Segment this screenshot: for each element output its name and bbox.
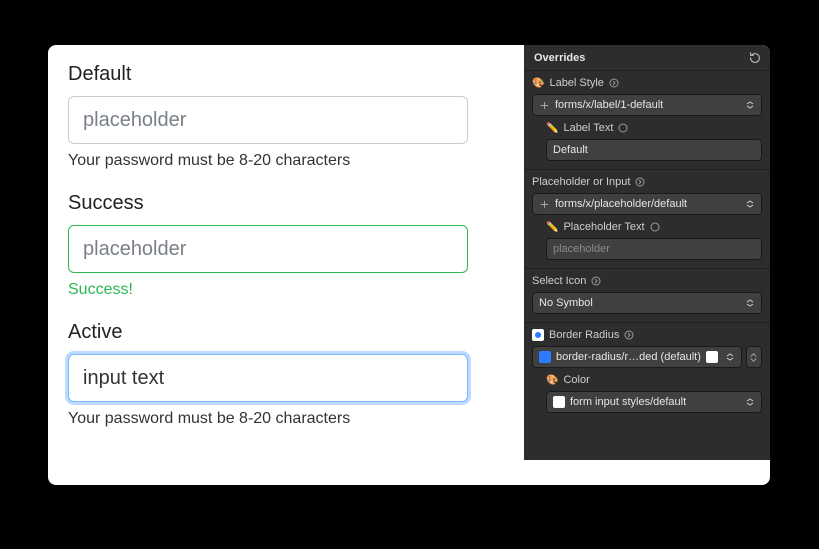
placeholder-text-value: placeholder [553,243,610,255]
section-border-radius: Border Radius border-radius/r…ded (defau… [524,323,770,421]
select-icon-value: No Symbol [539,297,738,309]
placeholder-text-title-row: ✏️ Placeholder Text [546,221,762,233]
field-label-default: Default [68,63,488,86]
go-icon[interactable] [650,222,660,232]
color-swatch-icon [539,351,551,363]
border-radius-title: Border Radius [549,329,619,341]
pencil-icon: ✏️ [546,222,558,233]
label-style-title: Label Style [549,77,603,89]
label-style-value: forms/x/label/1-default [555,99,738,111]
section-label-style: 🎨 Label Style forms/x/label/1-default ✏️… [524,71,770,170]
section-select-icon: Select Icon No Symbol [524,269,770,323]
reset-icon[interactable] [748,51,762,65]
chevron-updown-icon [723,353,737,361]
placeholder-title: Placeholder or Input [532,176,630,188]
symbol-link-icon [539,100,550,111]
color-value: form input styles/default [570,396,738,408]
field-default: Default Your password must be 8-20 chara… [68,63,488,170]
helper-default: Your password must be 8-20 characters [68,152,488,170]
chevron-updown-icon [743,299,757,307]
color-title: Color [563,374,589,386]
overrides-panel: Overrides 🎨 Label Style forms/x/label/1-… [524,45,770,460]
border-radius-value: border-radius/r…ded (default) [556,351,701,363]
placeholder-value: forms/x/placeholder/default [555,198,738,210]
select-icon-title-row: Select Icon [532,275,762,287]
field-success: Success Success! [68,192,488,299]
overrides-title: Overrides [534,52,585,64]
input-active[interactable] [68,354,468,402]
field-active: Active Your password must be 8-20 charac… [68,321,488,428]
palette-icon: 🎨 [546,375,558,386]
form-examples: Default Your password must be 8-20 chara… [68,63,488,450]
placeholder-text-field[interactable]: placeholder [546,238,762,260]
white-swatch-icon [706,351,718,363]
color-swatch-icon [553,396,565,408]
label-text-value: Default [553,144,588,156]
chevron-updown-icon [743,398,757,406]
symbol-link-icon [539,199,550,210]
helper-success: Success! [68,281,488,299]
border-radius-title-row: Border Radius [532,329,762,341]
placeholder-text-title: Placeholder Text [563,221,644,233]
color-dropdown[interactable]: form input styles/default [546,391,762,413]
border-radius-dropdown[interactable]: border-radius/r…ded (default) [532,346,742,368]
go-icon[interactable] [618,123,628,133]
field-label-success: Success [68,192,488,215]
label-text-title-row: ✏️ Label Text [546,122,762,134]
radio-icon [532,329,544,341]
palette-icon: 🎨 [532,78,544,89]
go-icon[interactable] [609,78,619,88]
field-label-active: Active [68,321,488,344]
label-style-title-row: 🎨 Label Style [532,77,762,89]
select-icon-dropdown[interactable]: No Symbol [532,292,762,314]
helper-active: Your password must be 8-20 characters [68,410,488,428]
go-icon[interactable] [591,276,601,286]
chevron-updown-icon [743,101,757,109]
input-success[interactable] [68,225,468,273]
section-placeholder: Placeholder or Input forms/x/placeholder… [524,170,770,269]
placeholder-title-row: Placeholder or Input [532,176,762,188]
go-icon[interactable] [635,177,645,187]
label-text-field[interactable]: Default [546,139,762,161]
input-default[interactable] [68,96,468,144]
overrides-header: Overrides [524,45,770,71]
label-style-dropdown[interactable]: forms/x/label/1-default [532,94,762,116]
label-text-title: Label Text [563,122,613,134]
chevron-updown-icon [743,200,757,208]
design-canvas: Default Your password must be 8-20 chara… [48,45,770,485]
color-title-row: 🎨 Color [546,374,762,386]
placeholder-dropdown[interactable]: forms/x/placeholder/default [532,193,762,215]
select-icon-title: Select Icon [532,275,586,287]
pencil-icon: ✏️ [546,123,558,134]
go-icon[interactable] [624,330,634,340]
detach-icon [748,352,759,363]
detach-button[interactable] [746,346,762,368]
